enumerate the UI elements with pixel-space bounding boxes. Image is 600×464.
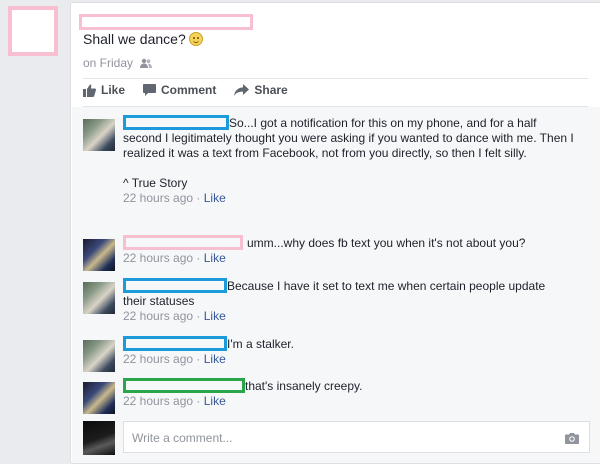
share-button[interactable]: Share xyxy=(234,83,288,97)
commenter-avatar[interactable] xyxy=(83,340,115,372)
share-arrow-icon xyxy=(234,84,250,96)
post-meta: on Friday xyxy=(83,56,153,72)
poster-avatar[interactable] xyxy=(8,6,58,56)
comment-text-continued: their statuses xyxy=(123,294,195,308)
commenter-name-redacted[interactable] xyxy=(123,115,229,130)
comments-section: So...I got a notification for this on my… xyxy=(72,107,600,463)
comment-like-link[interactable]: Like xyxy=(204,251,226,265)
comment-item: So...I got a notification for this on my… xyxy=(83,115,590,235)
post-timestamp[interactable]: on Friday xyxy=(83,56,133,70)
comment-timestamp[interactable]: 22 hours ago xyxy=(123,191,193,205)
post-card: Shall we dance? on Friday Like Comment S… xyxy=(70,2,600,464)
comment-item: I'm a stalker. 22 hours ago · Like xyxy=(83,336,590,376)
post-actions: Like Comment Share xyxy=(83,83,288,97)
commenter-name-redacted[interactable] xyxy=(123,278,227,293)
comment-meta: 22 hours ago · Like xyxy=(123,191,226,205)
comment-text: that's insanely creepy. xyxy=(245,379,363,393)
post-text: Shall we dance? xyxy=(83,31,203,47)
comment-text: So...I got a notification for this on my… xyxy=(229,116,537,130)
commenter-name-redacted[interactable] xyxy=(123,336,227,351)
comment-timestamp[interactable]: 22 hours ago xyxy=(123,394,193,408)
comment-text: I'm a stalker. xyxy=(227,337,294,351)
camera-icon[interactable] xyxy=(565,432,579,444)
comment-like-link[interactable]: Like xyxy=(204,191,226,205)
comment-timestamp[interactable]: 22 hours ago xyxy=(123,309,193,323)
poster-name-redacted[interactable] xyxy=(79,14,253,30)
smiley-emoji-icon xyxy=(188,32,203,46)
comment-item: umm...why does fb text you when it's not… xyxy=(83,235,590,275)
thumbs-up-icon xyxy=(83,84,96,97)
commenter-avatar[interactable] xyxy=(83,382,115,414)
divider xyxy=(83,78,588,79)
comment-timestamp[interactable]: 22 hours ago xyxy=(123,352,193,366)
comment-meta: 22 hours ago · Like xyxy=(123,394,226,408)
friends-audience-icon[interactable] xyxy=(140,58,153,72)
comment-text: Because I have it set to text me when ce… xyxy=(227,279,546,293)
comment-input[interactable]: Write a comment... xyxy=(123,421,590,453)
current-user-avatar[interactable] xyxy=(83,421,115,455)
comment-item: Because I have it set to text me when ce… xyxy=(83,278,590,333)
comment-text-continued: second I legitimately thought you were a… xyxy=(123,131,574,160)
commenter-name-redacted[interactable] xyxy=(123,378,245,393)
comment-footnote: ^ True Story xyxy=(123,176,188,190)
commenter-name-redacted[interactable] xyxy=(123,235,243,250)
comment-like-link[interactable]: Like xyxy=(204,394,226,408)
comment-button[interactable]: Comment xyxy=(143,83,216,97)
comment-meta: 22 hours ago · Like xyxy=(123,352,226,366)
commenter-avatar[interactable] xyxy=(83,119,115,151)
commenter-avatar[interactable] xyxy=(83,282,115,314)
comment-like-link[interactable]: Like xyxy=(204,352,226,366)
comment-meta: 22 hours ago · Like xyxy=(123,251,226,265)
comment-bubble-icon xyxy=(143,84,157,96)
comment-timestamp[interactable]: 22 hours ago xyxy=(123,251,193,265)
comment-text: umm...why does fb text you when it's not… xyxy=(247,236,526,250)
comment-like-link[interactable]: Like xyxy=(204,309,226,323)
like-button[interactable]: Like xyxy=(83,83,125,97)
comment-item: that's insanely creepy. 22 hours ago · L… xyxy=(83,378,590,418)
comment-composer: Write a comment... xyxy=(83,421,590,455)
commenter-avatar[interactable] xyxy=(83,239,115,271)
comment-meta: 22 hours ago · Like xyxy=(123,309,226,323)
